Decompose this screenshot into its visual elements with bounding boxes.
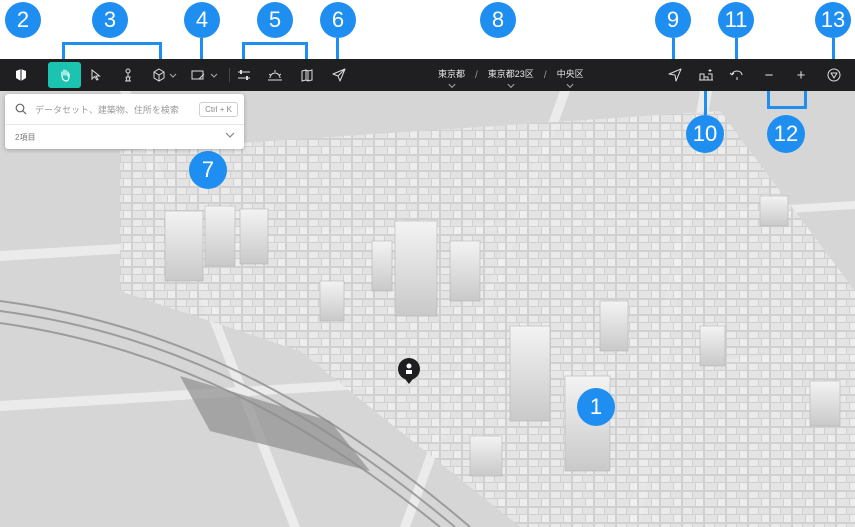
breadcrumb-region[interactable]: 東京都23区: [488, 67, 534, 84]
toolbar-separator: [229, 68, 230, 82]
search-placeholder: データセット、建築物、住所を検索: [35, 104, 179, 115]
callout-badge-4: 4: [184, 2, 220, 38]
callout-badge-7: 7: [189, 151, 227, 189]
street-view-icon[interactable]: [694, 59, 718, 91]
callout-badge-12: 12: [767, 115, 805, 153]
callout-bracket-12: [767, 91, 807, 109]
search-icon: [15, 103, 27, 115]
rotate-arrow-icon[interactable]: [726, 59, 748, 91]
results-toggle[interactable]: 2項目: [5, 125, 244, 149]
callout-badge-6: 6: [320, 2, 356, 38]
zoom-out-button[interactable]: −: [758, 59, 780, 91]
callout-badge-9: 9: [655, 2, 691, 38]
callout-line-6: [336, 38, 339, 59]
sunrise-icon[interactable]: [262, 59, 288, 91]
city-3d-map[interactable]: [0, 91, 855, 527]
chevron-down-icon[interactable]: [225, 131, 235, 139]
search-panel: データセット、建築物、住所を検索 Ctrl + K 2項目: [5, 94, 244, 149]
compass-icon[interactable]: [823, 59, 845, 91]
cube-icon[interactable]: [148, 59, 182, 91]
top-toolbar: 東京都 / 東京都23区 / 中央区 − +: [0, 59, 855, 91]
callout-badge-1: 1: [577, 388, 615, 426]
breadcrumb-ward[interactable]: 中央区: [557, 67, 584, 84]
breadcrumb-prefecture[interactable]: 東京都: [438, 67, 465, 84]
cursor-select-icon[interactable]: [84, 59, 108, 91]
callout-line-13: [832, 38, 835, 59]
hand-pan-icon[interactable]: [48, 62, 81, 88]
breadcrumb: 東京都 / 東京都23区 / 中央区: [438, 59, 584, 91]
callout-line-4: [200, 38, 203, 59]
callout-line-10: [704, 91, 707, 115]
callout-line-9: [672, 38, 675, 59]
share-send-icon[interactable]: [328, 59, 350, 91]
location-arrow-icon[interactable]: [664, 59, 686, 91]
map-viewport[interactable]: 1 7 10 12: [0, 91, 855, 527]
sliders-icon[interactable]: [233, 59, 255, 91]
callout-badge-2: 2: [5, 2, 41, 38]
zoom-in-button[interactable]: +: [790, 59, 812, 91]
callout-badge-11: 11: [718, 2, 754, 38]
sketch-tool-icon[interactable]: [188, 59, 222, 91]
callout-badge-13: 13: [815, 2, 851, 38]
shortcut-hint: Ctrl + K: [199, 102, 238, 117]
pedestrian-icon[interactable]: [116, 59, 140, 91]
callout-badge-10: 10: [686, 115, 724, 153]
callout-badge-5: 5: [257, 2, 293, 38]
callout-bracket-3: [62, 42, 162, 60]
callout-badge-8: 8: [480, 2, 516, 38]
results-count: 2項目: [15, 132, 36, 142]
callout-strip: 2 3 4 5 6 8 9 11 13: [0, 0, 855, 60]
map-book-icon[interactable]: [296, 59, 318, 91]
app-root: 2 3 4 5 6 8 9 11 13 1 7 10 12 東京都 / 東京都2…: [0, 0, 855, 527]
callout-bracket-5: [242, 42, 308, 60]
callout-line-11: [735, 38, 738, 59]
plateau-logo-icon[interactable]: [10, 59, 32, 91]
callout-badge-3: 3: [92, 2, 128, 38]
